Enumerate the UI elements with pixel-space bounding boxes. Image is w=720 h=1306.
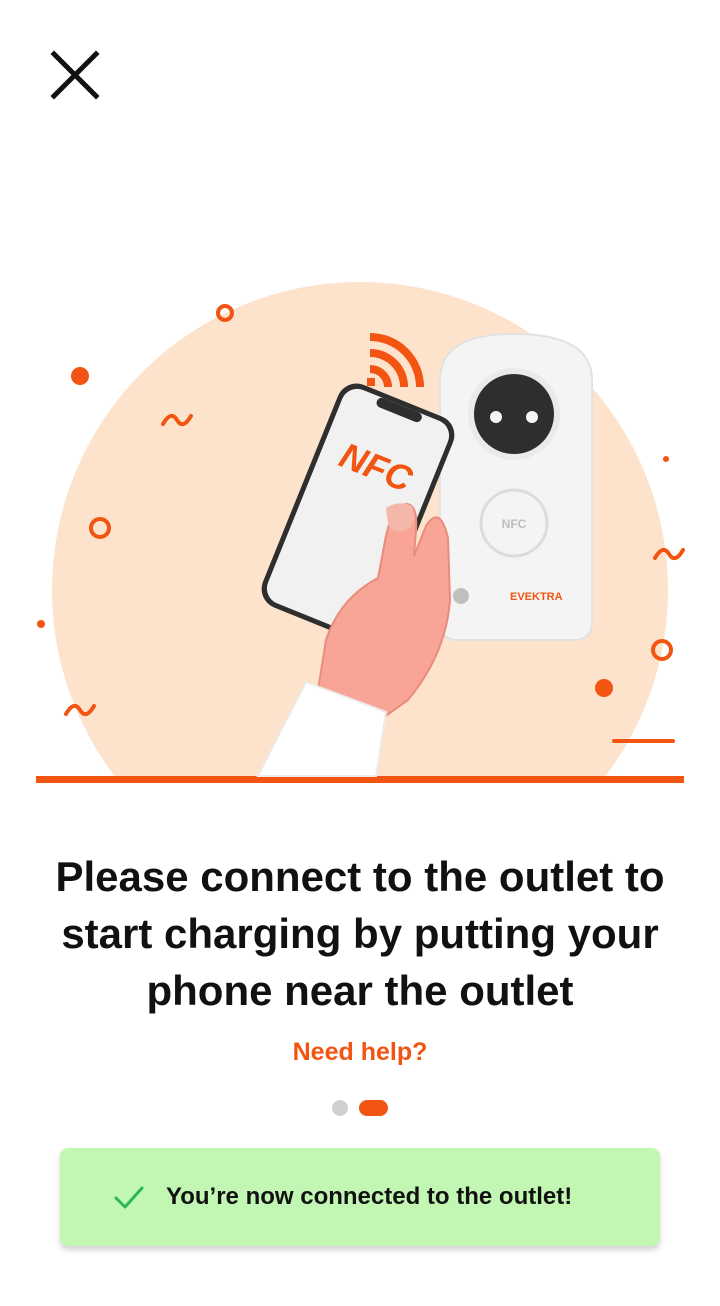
need-help-link[interactable]: Need help? xyxy=(260,1038,460,1067)
connected-toast: You’re now connected to the outlet! xyxy=(60,1148,660,1246)
socket xyxy=(474,374,554,454)
close-button[interactable] xyxy=(44,44,106,106)
outlet-brand: EVEKTRA xyxy=(510,591,563,603)
floor-line xyxy=(36,776,684,783)
headline: Please connect to the outlet to start ch… xyxy=(55,853,665,1014)
toast-message: You’re now connected to the outlet! xyxy=(166,1183,573,1210)
page-dot-2-active[interactable] xyxy=(359,1100,388,1116)
outlet-device: NFC EVEKTRA xyxy=(439,332,593,641)
outlet-nfc-label: NFC xyxy=(502,517,527,531)
page-indicator xyxy=(332,1100,392,1116)
checkmark-icon xyxy=(114,1186,144,1209)
outlet-status-led xyxy=(453,588,469,604)
nfc-illustration: NFC EVEKTRA NFC xyxy=(36,282,685,783)
close-icon xyxy=(50,50,100,100)
page-dot-1[interactable] xyxy=(332,1100,348,1116)
